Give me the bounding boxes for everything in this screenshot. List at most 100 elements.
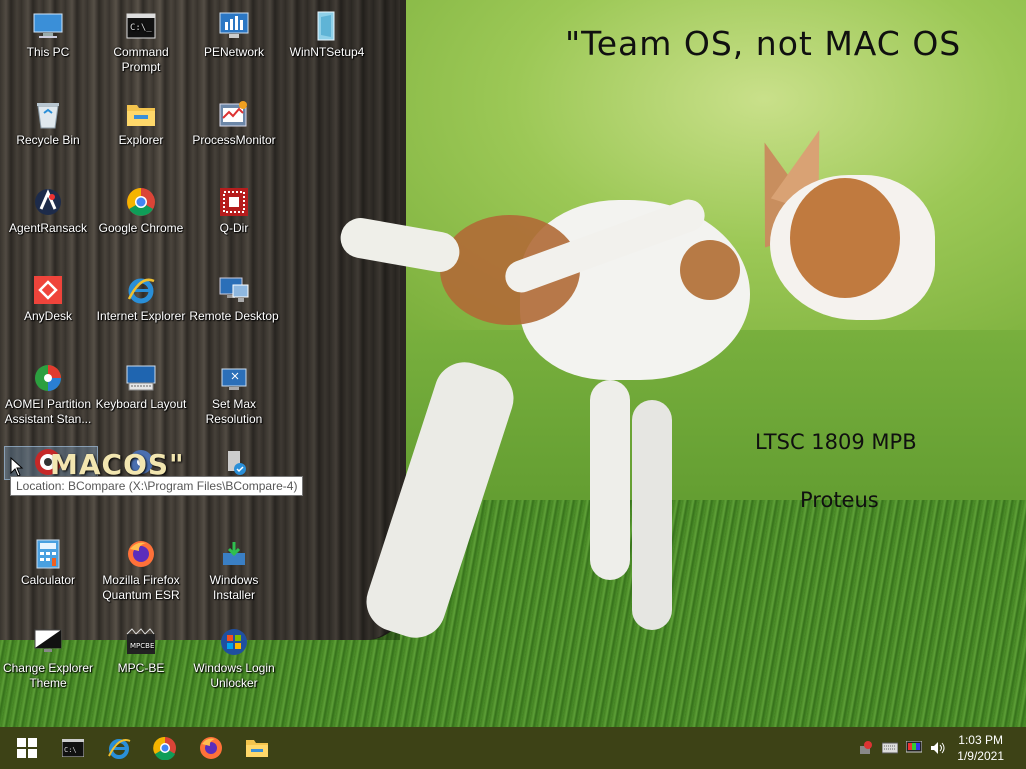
desktop-icon-recycle-bin[interactable]: Recycle Bin xyxy=(2,98,94,148)
desktop-icon-label: Explorer xyxy=(118,133,164,147)
folder-icon xyxy=(125,98,157,130)
firefox-icon xyxy=(200,737,222,759)
folder-icon xyxy=(246,740,268,757)
windows-installer-icon xyxy=(218,538,250,570)
desktop-icon-label: Calculator xyxy=(20,573,76,587)
taskbar-command-prompt[interactable]: C:\ xyxy=(50,727,96,769)
clock-time: 1:03 PM xyxy=(958,733,1003,747)
wallpaper-author-text: Proteus xyxy=(800,488,879,512)
wallpaper-title-text: "Team OS, not MAC OS xyxy=(565,24,962,63)
desktop-icon-keyboard-layout[interactable]: Keyboard Layout xyxy=(95,362,187,412)
mpc-be-icon: MPCBE xyxy=(125,626,157,658)
tray-network-tool-icon[interactable] xyxy=(858,740,874,756)
desktop-icon-google-chrome[interactable]: Google Chrome xyxy=(95,186,187,236)
windows-logo-icon xyxy=(17,738,37,758)
wallpaper-dog-leg xyxy=(632,400,672,630)
desktop-icon-label: Windows Installer xyxy=(209,573,259,602)
internet-explorer-icon xyxy=(125,274,157,306)
wallpaper-dog-head-patch xyxy=(790,178,900,298)
desktop-icon-label: Command Prompt xyxy=(113,45,169,74)
remote-desktop-icon xyxy=(218,274,250,306)
start-button[interactable] xyxy=(4,727,50,769)
calculator-icon xyxy=(32,538,64,570)
desktop-icon-windows-login-unlocker[interactable]: Windows Login Unlocker xyxy=(188,626,280,691)
desktop-icon-label: Windows Login Unlocker xyxy=(193,661,275,690)
desktop-icon-mpc-be[interactable]: MPCBE MPC-BE xyxy=(95,626,187,676)
change-theme-icon xyxy=(32,626,64,658)
keyboard-icon xyxy=(125,362,157,394)
taskbar-chrome[interactable] xyxy=(142,727,188,769)
set-resolution-icon xyxy=(218,362,250,394)
desktop-icon-label: MPC-BE xyxy=(117,661,165,675)
installer-check-icon xyxy=(218,446,250,478)
desktop-icon-label: Recycle Bin xyxy=(16,133,80,147)
desktop-icon-label: AgentRansack xyxy=(8,221,88,235)
desktop-icon-winntsetup[interactable]: WinNTSetup4 xyxy=(281,10,373,60)
desktop-icon-dragged-item[interactable] xyxy=(188,446,280,476)
svg-text:C:\: C:\ xyxy=(64,746,77,754)
desktop-icon-label: This PC xyxy=(26,45,70,59)
desktop-icon-label: ProcessMonitor xyxy=(192,133,276,147)
desktop-icon-explorer[interactable]: Explorer xyxy=(95,98,187,148)
desktop-icon-q-dir[interactable]: Q-Dir xyxy=(188,186,280,236)
taskbar-firefox[interactable] xyxy=(188,727,234,769)
taskbar-clock[interactable]: 1:03 PM 1/9/2021 xyxy=(957,732,1004,764)
tray-display-color-icon[interactable] xyxy=(906,740,922,756)
desktop-icon-aomei-partition[interactable]: AOMEI Partition Assistant Stan... xyxy=(2,362,94,427)
desktop-icon-internet-explorer[interactable]: Internet Explorer xyxy=(95,274,187,324)
winntsetup-icon xyxy=(311,10,343,42)
agent-ransack-icon xyxy=(32,186,64,218)
desktop-icon-set-max-resolution[interactable]: Set Max Resolution xyxy=(188,362,280,427)
desktop-icon-command-prompt[interactable]: C:\_ Command Prompt xyxy=(95,10,187,75)
command-prompt-icon: C:\ xyxy=(62,739,84,757)
desktop-icon-label: Keyboard Layout xyxy=(95,397,187,411)
anydesk-icon xyxy=(32,274,64,306)
desktop-icon-change-explorer-theme[interactable]: Change Explorer Theme xyxy=(2,626,94,691)
internet-explorer-icon xyxy=(108,739,131,759)
tray-keyboard-icon[interactable] xyxy=(882,740,898,756)
taskbar-file-explorer[interactable] xyxy=(234,727,280,769)
wallpaper-edition-text: LTSC 1809 MPB xyxy=(755,430,917,454)
desktop-icon-calculator[interactable]: Calculator xyxy=(2,538,94,588)
desktop-icon-label: Google Chrome xyxy=(98,221,184,235)
tray-volume-icon[interactable] xyxy=(930,740,946,756)
desktop-icon-label: Set Max Resolution xyxy=(205,397,263,426)
taskbar: C:\ 1:03 PM 1/9/2021 xyxy=(0,727,1026,769)
chrome-icon xyxy=(125,186,157,218)
wallpaper-dog-patch xyxy=(680,240,740,300)
location-tooltip: Location: BCompare (X:\Program Files\BCo… xyxy=(10,476,304,496)
process-monitor-icon xyxy=(218,98,250,130)
desktop-icon-label: WinNTSetup4 xyxy=(289,45,365,59)
desktop-icon-label: Q-Dir xyxy=(219,221,249,235)
desktop-icon-this-pc[interactable]: This PC xyxy=(2,10,94,60)
command-prompt-icon: C:\_ xyxy=(125,10,157,42)
mouse-cursor-icon xyxy=(10,457,24,477)
q-dir-icon xyxy=(218,186,250,218)
desktop-icon-penetwork[interactable]: PENetwork xyxy=(188,10,280,60)
desktop-icon-label: Remote Desktop xyxy=(189,309,279,323)
clock-date: 1/9/2021 xyxy=(957,749,1004,763)
penetwork-icon xyxy=(218,10,250,42)
this-pc-icon xyxy=(32,10,64,42)
desktop-icon-windows-installer[interactable]: Windows Installer xyxy=(188,538,280,603)
aomei-icon xyxy=(32,362,64,394)
firefox-icon xyxy=(125,538,157,570)
svg-text:C:\_: C:\_ xyxy=(130,23,152,33)
desktop-icon-anydesk[interactable]: AnyDesk xyxy=(2,274,94,324)
desktop-icon-mozilla-firefox[interactable]: Mozilla Firefox Quantum ESR xyxy=(95,538,187,603)
desktop-icon-label: Change Explorer Theme xyxy=(2,661,94,690)
desktop-icon-label: Internet Explorer xyxy=(96,309,186,323)
desktop-icon-agentransack[interactable]: AgentRansack xyxy=(2,186,94,236)
wallpaper-dog-leg xyxy=(590,380,630,580)
taskbar-internet-explorer[interactable] xyxy=(96,727,142,769)
desktop-icon-processmonitor[interactable]: ProcessMonitor xyxy=(188,98,280,148)
desktop-icon-label: AnyDesk xyxy=(23,309,73,323)
desktop-icon-label: AOMEI Partition Assistant Stan... xyxy=(4,397,92,426)
desktop-icon-label: PENetwork xyxy=(203,45,265,59)
desktop-icon-remote-desktop[interactable]: Remote Desktop xyxy=(188,274,280,324)
svg-text:MPCBE: MPCBE xyxy=(130,642,154,650)
windows-login-unlocker-icon xyxy=(218,626,250,658)
recycle-bin-icon xyxy=(32,98,64,130)
chrome-icon xyxy=(153,736,176,760)
desktop-icon-label: Mozilla Firefox Quantum ESR xyxy=(102,573,180,602)
